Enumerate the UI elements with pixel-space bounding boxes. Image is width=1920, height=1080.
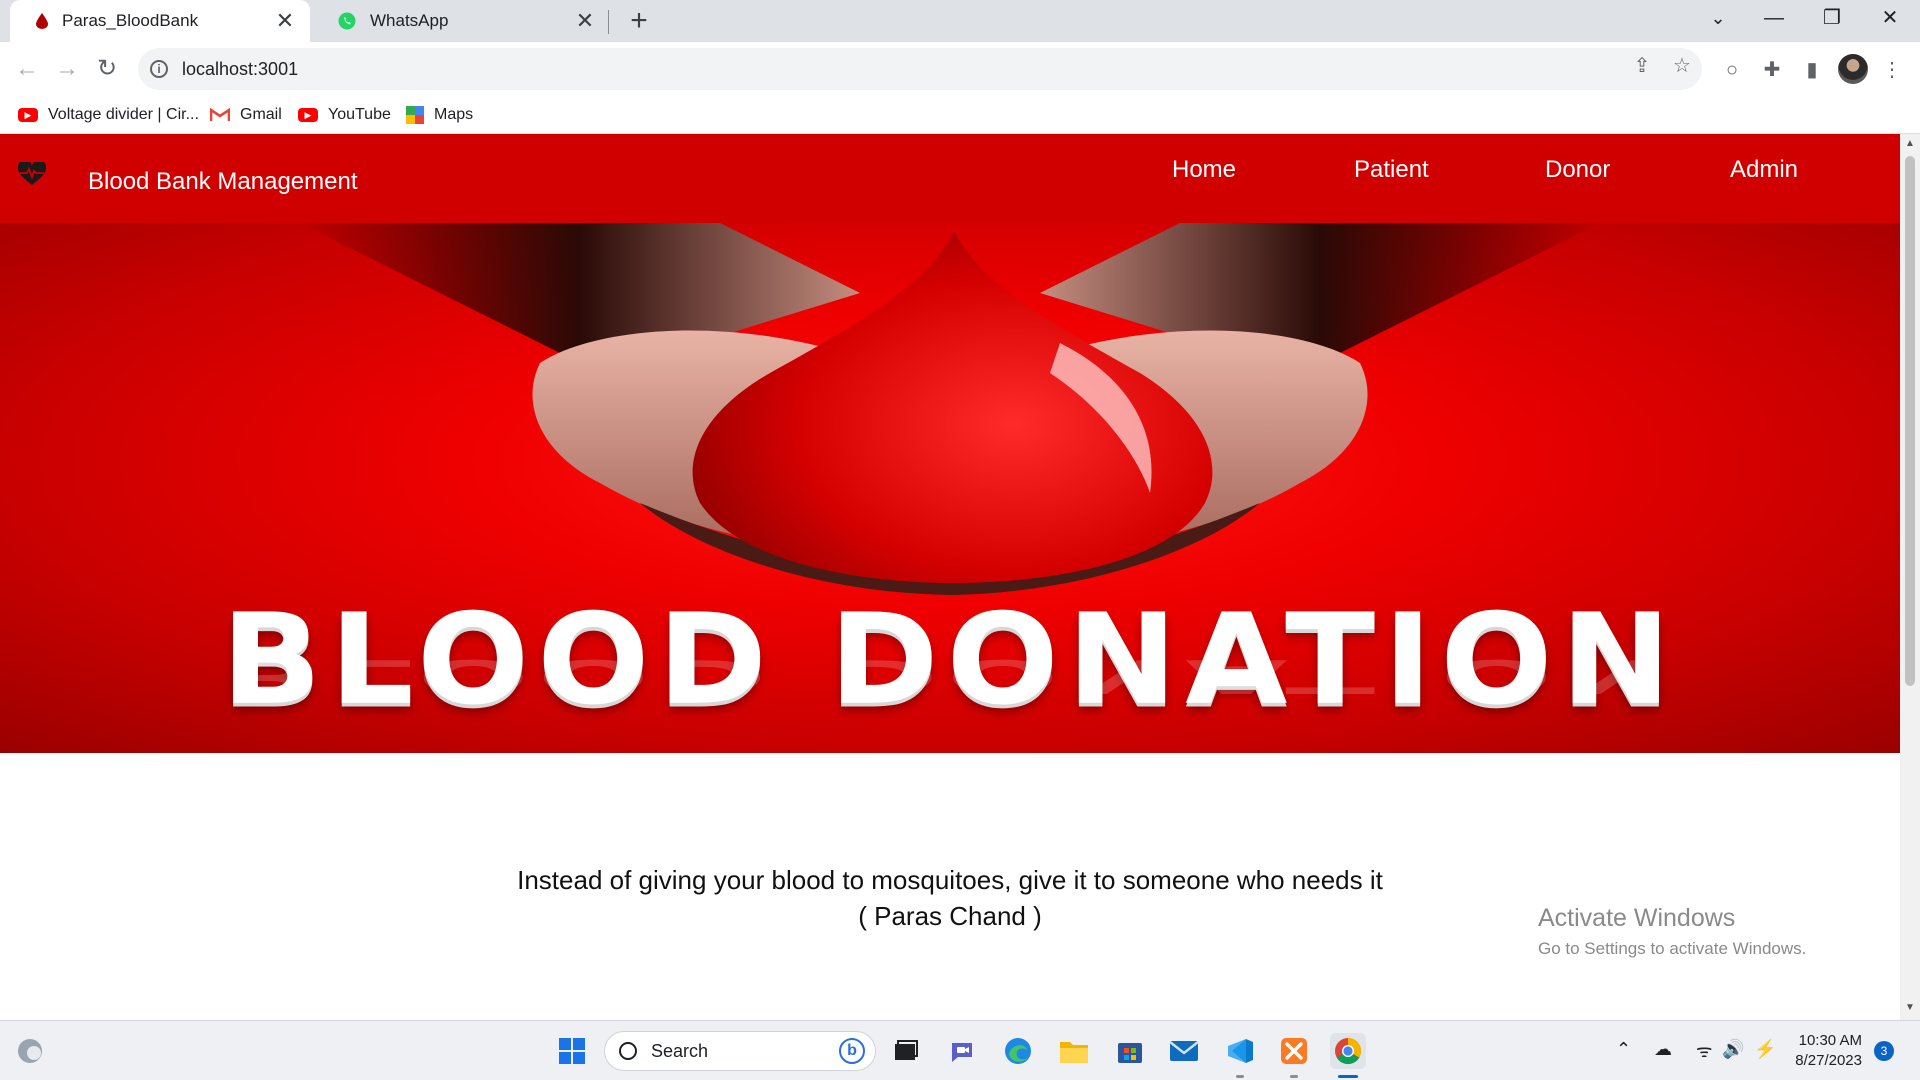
scroll-up-icon[interactable]: ▲ — [1900, 138, 1920, 149]
watermark-title: Activate Windows — [1538, 904, 1736, 932]
new-tab-button[interactable]: + — [622, 4, 656, 38]
extensions-puzzle-icon[interactable]: ✚ — [1758, 56, 1786, 84]
browser-toolbar: ← → ↻ i localhost:3001 ⇪ ☆ ○ ✚ ▮ ⋮ — [0, 42, 1920, 96]
task-view-icon[interactable] — [888, 1033, 924, 1069]
site-brand-title[interactable]: Blood Bank Management — [88, 168, 358, 196]
mail-icon[interactable] — [1166, 1033, 1202, 1069]
vscode-icon[interactable] — [1222, 1033, 1258, 1069]
chrome-icon[interactable] — [1330, 1033, 1366, 1069]
scroll-down-icon[interactable]: ▼ — [1900, 1002, 1920, 1013]
wifi-icon[interactable]: ᯤ — [1696, 1039, 1712, 1063]
extension-circle-icon[interactable]: ○ — [1718, 56, 1746, 84]
nav-link-donor[interactable]: Donor — [1545, 156, 1610, 184]
system-clock[interactable]: 10:30 AM 8/27/2023 — [1790, 1031, 1862, 1071]
bookmark-label: YouTube — [328, 106, 391, 123]
bookmark-item[interactable]: Gmail — [210, 96, 282, 134]
tab-close-icon[interactable]: ✕ — [574, 8, 596, 34]
heartbeat-logo-icon — [18, 162, 46, 185]
url-text: localhost:3001 — [182, 58, 299, 79]
whatsapp-icon — [338, 12, 356, 30]
tab-whatsapp[interactable]: WhatsApp ✕ — [312, 0, 610, 42]
forward-icon[interactable]: → — [48, 50, 86, 88]
page-viewport: Blood Bank Management Home Patient Donor… — [0, 134, 1900, 1020]
activate-windows-watermark: Activate Windows Go to Settings to activ… — [1538, 904, 1806, 959]
tab-title: Paras_BloodBank — [62, 11, 199, 30]
bookmark-label: Voltage divider | Cir... — [48, 106, 199, 123]
nav-link-patient[interactable]: Patient — [1354, 156, 1429, 184]
scrollbar-thumb[interactable] — [1905, 156, 1915, 686]
share-icon[interactable]: ⇪ — [1624, 48, 1660, 84]
site-info-icon[interactable]: i — [150, 60, 168, 78]
show-hidden-icons-chevron-icon[interactable]: ⌃ — [1616, 1039, 1631, 1060]
tab-close-icon[interactable]: ✕ — [274, 8, 296, 34]
blood-drop-favicon-icon — [36, 13, 48, 29]
bookmark-label: Gmail — [240, 106, 282, 123]
file-explorer-icon[interactable] — [1056, 1033, 1092, 1069]
battery-charging-icon[interactable]: ⚡ — [1754, 1039, 1776, 1060]
address-bar[interactable]: i localhost:3001 — [138, 48, 1702, 90]
youtube-icon: ▶ — [18, 108, 38, 122]
bing-icon[interactable]: b — [839, 1038, 865, 1064]
tab-title: WhatsApp — [370, 11, 449, 30]
site-navbar: Blood Bank Management Home Patient Donor… — [0, 134, 1900, 223]
tab-separator — [608, 10, 609, 34]
weather-widget-icon[interactable] — [12, 1033, 48, 1069]
side-panel-icon[interactable]: ▮ — [1798, 56, 1826, 84]
nav-link-home[interactable]: Home — [1172, 156, 1236, 184]
back-icon[interactable]: ← — [8, 50, 46, 88]
tab-strip: Paras_BloodBank ✕ WhatsApp ✕ + ⌄ — ❐ ✕ — [0, 0, 1920, 42]
quote-text: Instead of giving your blood to mosquito… — [517, 865, 1383, 895]
hero-banner: BLOOD DONATION BLOOD DONATION — [0, 223, 1900, 753]
close-window-button[interactable]: ✕ — [1862, 0, 1918, 36]
gmail-icon — [210, 108, 230, 121]
restore-button[interactable]: ❐ — [1804, 0, 1860, 36]
search-icon — [619, 1042, 637, 1060]
maps-icon — [406, 106, 424, 124]
running-indicator — [1236, 1075, 1244, 1078]
tab-paras-bloodbank[interactable]: Paras_BloodBank ✕ — [10, 0, 310, 42]
bookmarks-bar: ▶ Voltage divider | Cir... Gmail ▶ YouTu… — [0, 96, 1920, 134]
microsoft-store-icon[interactable] — [1112, 1033, 1148, 1069]
hero-title-reflection: BLOOD DONATION — [221, 649, 1679, 703]
onedrive-cloud-icon[interactable]: ☁ — [1654, 1039, 1672, 1060]
minimize-button[interactable]: — — [1746, 0, 1802, 36]
windows-taskbar: Search b ⌃ ☁ ᯤ 🔊 ⚡ 10:30 AM 8/27/2023 3 — [0, 1020, 1920, 1080]
teams-chat-icon[interactable] — [944, 1033, 980, 1069]
volume-icon[interactable]: 🔊 — [1722, 1039, 1744, 1060]
tab-search-dropdown-icon[interactable]: ⌄ — [1690, 0, 1746, 36]
running-indicator — [1290, 1075, 1298, 1078]
bookmark-item[interactable]: Maps — [406, 96, 473, 134]
bookmark-label: Maps — [434, 106, 474, 123]
edge-browser-icon[interactable] — [1000, 1033, 1036, 1069]
start-windows-icon[interactable] — [554, 1033, 590, 1069]
notification-badge[interactable]: 3 — [1874, 1041, 1894, 1061]
xampp-icon[interactable] — [1276, 1033, 1312, 1069]
taskbar-search-box[interactable]: Search b — [604, 1031, 876, 1071]
bookmark-item[interactable]: ▶ Voltage divider | Cir... — [18, 96, 199, 134]
taskbar-search-label: Search — [651, 1040, 709, 1061]
clock-time: 10:30 AM — [1798, 1032, 1862, 1049]
watermark-subtitle: Go to Settings to activate Windows. — [1538, 939, 1807, 958]
bookmark-star-icon[interactable]: ☆ — [1664, 48, 1700, 84]
page-scrollbar[interactable]: ▲ ▼ — [1900, 134, 1920, 1020]
profile-avatar[interactable] — [1838, 54, 1868, 84]
active-app-indicator — [1338, 1075, 1358, 1078]
reload-icon[interactable]: ↻ — [88, 50, 126, 88]
bookmark-item[interactable]: ▶ YouTube — [298, 96, 391, 134]
clock-date: 8/27/2023 — [1795, 1052, 1862, 1069]
nav-link-admin[interactable]: Admin — [1730, 156, 1798, 184]
youtube-icon: ▶ — [298, 108, 318, 122]
menu-kebab-icon[interactable]: ⋮ — [1878, 56, 1906, 84]
